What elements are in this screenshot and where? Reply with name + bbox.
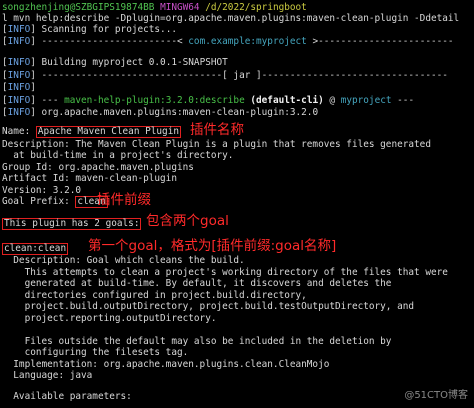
prompt-shell: MINGW64 bbox=[160, 2, 200, 13]
project-name: myproject bbox=[340, 95, 392, 106]
log-empty-1: [INFO] bbox=[2, 82, 36, 93]
log-plugin-execution: [INFO] --- maven-help-plugin:3.2.0:descr… bbox=[2, 95, 415, 106]
goal-prefix-line: Goal Prefix: clean bbox=[2, 196, 108, 208]
goal-description-line: configuring the filesets tag. bbox=[2, 347, 189, 358]
plugin-goal-ref: maven-help-plugin:3.2.0:describe bbox=[64, 95, 245, 106]
log-building: [INFO] Building myproject 0.0.1-SNAPSHOT bbox=[2, 57, 228, 68]
shell-prompt: songzhenjing@SZBGIPS19874BB MINGW64 /d/2… bbox=[2, 2, 307, 13]
log-plugin-id: [INFO] org.apache.maven.plugins:maven-cl… bbox=[2, 107, 319, 118]
artifact-id: Artifact Id: maven-clean-plugin bbox=[2, 173, 177, 184]
language: Language: java bbox=[2, 370, 93, 381]
goal-name-highlight: clean:clean bbox=[2, 243, 69, 255]
terminal-window[interactable]: songzhenjing@SZBGIPS19874BB MINGW64 /d/2… bbox=[0, 0, 474, 408]
implementation: Implementation: org.apache.maven.plugins… bbox=[2, 359, 330, 370]
group-id: Group Id: org.apache.maven.plugins bbox=[2, 162, 194, 173]
goal-name-line: clean:clean bbox=[2, 243, 69, 255]
goal-count-line: This plugin has 2 goals: bbox=[2, 218, 142, 230]
prompt-user-host: songzhenjing@SZBGIPS19874BB bbox=[2, 2, 155, 13]
annotation-first-goal: 第一个goal，格式为[插件前缀:goal名称] bbox=[88, 238, 337, 254]
annotation-two-goals: 包含两个goal bbox=[146, 213, 229, 229]
goal-description-head: Description: Goal which cleans the build… bbox=[2, 255, 245, 266]
plugin-name-highlight: Apache Maven Clean Plugin bbox=[35, 126, 181, 138]
project-coordinates: com.example:myproject bbox=[188, 36, 307, 47]
command-line: l mvn help:describe -Dplugin=org.apache.… bbox=[2, 13, 460, 24]
watermark: @51CTO博客 bbox=[404, 390, 468, 401]
goal-description-line: project.reporting.outputDirectory. bbox=[2, 313, 217, 324]
goal-description-line: Files outside the default may also be in… bbox=[2, 336, 392, 347]
annotation-plugin-name: 插件名称 bbox=[190, 122, 244, 138]
version: Version: 3.2.0 bbox=[2, 185, 82, 196]
description-line-1: Description: The Maven Clean Plugin is a… bbox=[2, 139, 431, 150]
goal-description-line: directories configured in project.build.… bbox=[2, 290, 307, 301]
goal-description-line: This attempts to clean a project's worki… bbox=[2, 267, 448, 278]
log-scanning: [INFO] Scanning for projects... bbox=[2, 24, 177, 35]
goal-count-highlight: This plugin has 2 goals: bbox=[2, 218, 142, 230]
goal-description-line: generated at build-time. By default, it … bbox=[2, 278, 392, 289]
available-parameters: Available parameters: bbox=[2, 391, 132, 402]
prompt-path: /d/2022/springboot bbox=[205, 2, 307, 13]
goal-description-line: project.build.outputDirectory, project.b… bbox=[2, 301, 415, 312]
plugin-name-line: Name: Apache Maven Clean Plugin bbox=[2, 126, 181, 138]
description-line-2: at build-time in a project's directory. bbox=[2, 150, 234, 161]
log-jar-rule: [INFO] --------------------------------[… bbox=[2, 70, 448, 81]
annotation-plugin-prefix: 插件前缀 bbox=[97, 192, 151, 208]
log-project-header: [INFO] ------------------------< com.exa… bbox=[2, 36, 454, 47]
